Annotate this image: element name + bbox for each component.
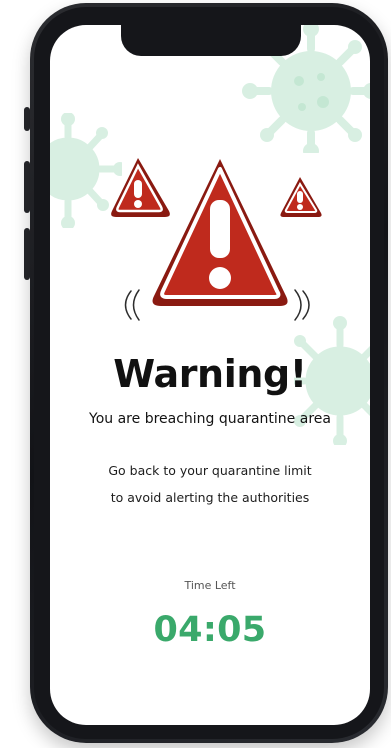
warning-triangle-icon	[111, 158, 170, 217]
warning-title: Warning!	[113, 352, 307, 396]
countdown-timer: 04:05	[153, 610, 267, 650]
instruction-line-1: Go back to your quarantine limit	[108, 463, 312, 478]
warning-illustration	[111, 158, 322, 321]
warning-triangle-icon	[152, 159, 288, 306]
instruction-line-2: to avoid alerting the authorities	[110, 490, 310, 505]
phone-screen: Warning! You are breaching quarantine ar…	[50, 25, 370, 725]
time-left-label: Time Left	[184, 579, 236, 592]
warning-subtitle: You are breaching quarantine area	[89, 411, 331, 427]
phone-mockup-stage: Warning! You are breaching quarantine ar…	[0, 0, 391, 748]
warning-triangle-icon	[280, 177, 322, 217]
phone-notch	[121, 25, 301, 56]
